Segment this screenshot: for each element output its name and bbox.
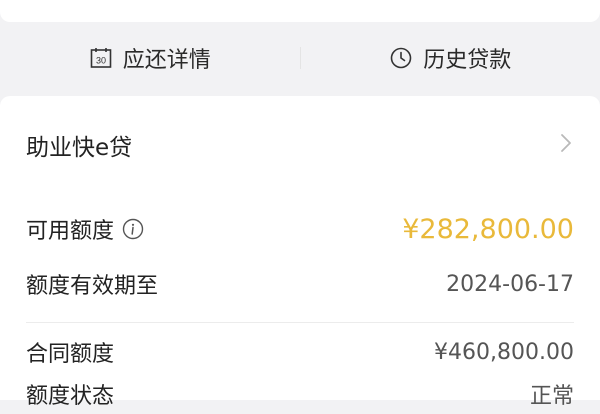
tab-repayment-label: 应还详情 (123, 42, 211, 74)
limit-status-label: 额度状态 (26, 378, 114, 410)
available-limit-value: ¥282,800.00 (402, 214, 574, 245)
calendar-icon-text: 30 (96, 56, 106, 66)
limit-status-value: 正常 (530, 378, 574, 410)
loan-card: 助业快e贷 可用额度 ¥282,800.00 额度有效期至 2024-06-17… (0, 96, 600, 400)
product-row[interactable]: 助业快e贷 (26, 122, 574, 168)
calendar-icon: 30 (89, 46, 113, 70)
valid-until-label: 额度有效期至 (26, 268, 158, 300)
available-limit-row: 可用额度 ¥282,800.00 (26, 209, 574, 249)
chevron-right-icon (558, 131, 574, 159)
valid-until-value: 2024-06-17 (446, 272, 574, 297)
info-icon[interactable] (122, 218, 144, 240)
available-limit-label: 可用额度 (26, 213, 114, 245)
tab-repayment-details[interactable]: 30 应还详情 (0, 22, 300, 94)
product-name: 助业快e贷 (26, 128, 132, 162)
clock-icon (389, 46, 413, 70)
tab-bar: 30 应还详情 历史贷款 (0, 22, 600, 94)
contract-limit-label: 合同额度 (26, 336, 114, 368)
contract-limit-value: ¥460,800.00 (434, 340, 574, 365)
top-card (0, 0, 600, 22)
limit-status-row: 额度状态 正常 (26, 374, 574, 414)
contract-limit-row: 合同额度 ¥460,800.00 (26, 332, 574, 372)
section-divider (26, 322, 574, 323)
tab-loan-history[interactable]: 历史贷款 (301, 22, 600, 94)
tab-history-label: 历史贷款 (423, 42, 511, 74)
valid-until-row: 额度有效期至 2024-06-17 (26, 264, 574, 304)
